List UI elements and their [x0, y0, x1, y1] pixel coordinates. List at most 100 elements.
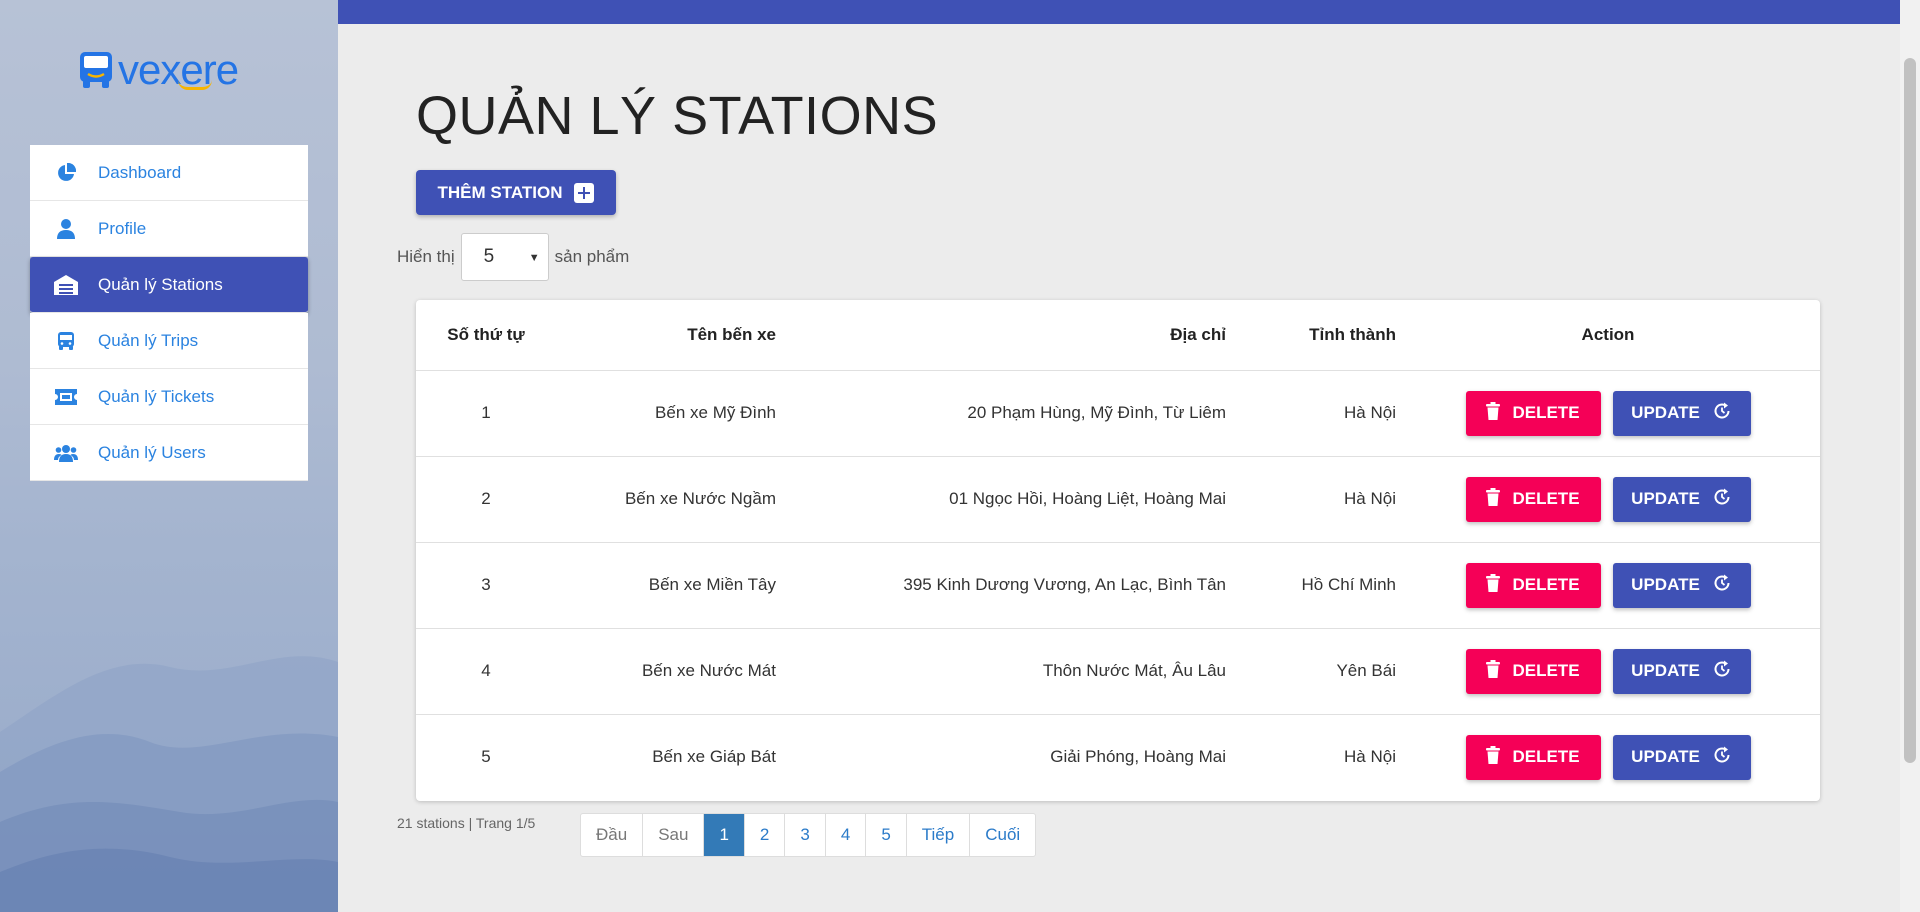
pie-chart-icon: [54, 161, 78, 185]
page-link-7[interactable]: Tiếp: [907, 814, 971, 856]
sidebar-item-label: Quản lý Tickets: [98, 386, 215, 406]
delete-button[interactable]: DELETE: [1465, 734, 1601, 780]
sidebar-menu: Dashboard Profile Quản lý Stations Quản …: [30, 145, 308, 481]
page-link-4[interactable]: 3: [785, 814, 826, 856]
pagination-summary: 21 stations | Trang 1/5: [397, 815, 536, 831]
refresh-icon: [1712, 745, 1732, 770]
sidebar-item-trips[interactable]: Quản lý Trips: [30, 313, 308, 369]
delete-button[interactable]: DELETE: [1465, 648, 1601, 694]
update-label: UPDATE: [1631, 575, 1700, 594]
warehouse-icon: [54, 273, 78, 297]
mountain-background: [0, 656, 338, 912]
sidebar-item-tickets[interactable]: Quản lý Tickets: [30, 369, 308, 425]
table-row: 4 Bến xe Nước Mát Thôn Nước Mát, Âu Lâu Yên…: [416, 628, 1820, 715]
refresh-icon: [1712, 487, 1732, 512]
cell-address: Thôn Nước Mát, Âu Lâu: [776, 628, 1226, 715]
table-row: 5 Bến xe Giáp Bát Giải Phóng, Hoàng Mai Hà …: [416, 714, 1820, 800]
page-link-6[interactable]: 5: [866, 814, 907, 856]
top-app-bar: [338, 0, 1900, 24]
update-label: UPDATE: [1631, 747, 1700, 767]
cell-province: Hà Nội: [1226, 456, 1396, 543]
page-size-select[interactable]: 5 ▼: [460, 233, 549, 281]
sidebar-item-stations[interactable]: Quản lý Stations: [30, 257, 308, 313]
sidebar-item-label: Quản lý Stations: [98, 274, 223, 294]
delete-button[interactable]: DELETE: [1465, 390, 1601, 436]
cell-address: 01 Ngọc Hồi, Hoàng Liệt, Hoàng Mai: [776, 456, 1226, 543]
scrollbar-thumb[interactable]: [1904, 58, 1916, 763]
header-station-name: Tên bến xe: [556, 300, 776, 371]
show-prefix-label: Hiển thị: [397, 247, 455, 266]
cell-address: Giải Phóng, Hoàng Mai: [1050, 747, 1226, 767]
logo-text: vexere: [118, 46, 239, 93]
trash-icon: [1486, 745, 1501, 769]
page-size-value: 5: [483, 246, 495, 267]
update-button[interactable]: UPDATE: [1612, 562, 1751, 608]
row-actions: DELETE UPDATE: [1396, 390, 1820, 436]
header-province: Tỉnh thành: [1226, 300, 1396, 371]
sidebar-item-dashboard[interactable]: Dashboard: [30, 145, 308, 201]
update-button[interactable]: UPDATE: [1612, 390, 1751, 436]
row-actions: DELETE UPDATE: [1396, 562, 1820, 608]
cell-address: 395 Kinh Dương Vương, An Lạc, Bình Tân: [776, 542, 1226, 629]
cell-index: 5: [481, 747, 491, 767]
cell-actions: DELETE UPDATE: [1396, 714, 1820, 800]
row-actions: DELETE UPDATE: [1396, 734, 1820, 780]
vexere-logo[interactable]: vexere: [78, 46, 239, 94]
cell-province: Hồ Chí Minh: [1226, 542, 1396, 629]
cell-index: 1: [416, 370, 556, 457]
user-icon: [54, 217, 78, 241]
cell-index: 2: [416, 456, 556, 543]
sidebar-item-profile[interactable]: Profile: [30, 201, 308, 257]
delete-label: DELETE: [1512, 575, 1580, 594]
cell-province: Hà Nội: [1344, 747, 1396, 767]
cell-actions: DELETE UPDATE: [1396, 456, 1820, 543]
bus-logo-icon: [80, 52, 112, 88]
page-link-8[interactable]: Cuối: [970, 814, 1035, 856]
update-button[interactable]: UPDATE: [1612, 734, 1751, 780]
row-actions: DELETE UPDATE: [1396, 476, 1820, 522]
add-station-button[interactable]: THÊM STATION: [416, 170, 616, 215]
cell-station-name: Bến xe Nước Mát: [556, 628, 776, 715]
delete-button[interactable]: DELETE: [1465, 562, 1601, 608]
stations-table-card: Số thứ tự Tên bến xe Địa chỉ Tỉnh thành …: [416, 300, 1820, 801]
trash-icon: [1486, 401, 1501, 425]
header-address: Địa chỉ: [776, 300, 1226, 371]
trash-icon: [1486, 573, 1501, 597]
trash-icon: [1486, 659, 1501, 683]
cell-address: 20 Phạm Hùng, Mỹ Đình, Từ Liêm: [776, 370, 1226, 457]
delete-label: DELETE: [1512, 489, 1580, 508]
page-link-2[interactable]: 1: [704, 814, 745, 856]
cell-station-name: Bến xe Nước Ngầm: [556, 456, 776, 543]
add-station-label: THÊM STATION: [437, 182, 563, 202]
bus-icon: [54, 329, 78, 353]
sidebar-item-label: Profile: [98, 218, 147, 238]
update-button[interactable]: UPDATE: [1612, 476, 1751, 522]
delete-label: DELETE: [1512, 661, 1580, 680]
page-size-control: Hiển thị 5 ▼ sản phẩm: [397, 233, 629, 281]
page-link-1[interactable]: Sau: [643, 814, 705, 856]
page-link-5[interactable]: 4: [826, 814, 867, 856]
cell-province: Hà Nội: [1226, 370, 1396, 457]
page-link-3[interactable]: 2: [745, 814, 786, 856]
stations-table: Số thứ tự Tên bến xe Địa chỉ Tỉnh thành …: [416, 300, 1820, 800]
page-scrollbar[interactable]: [1900, 0, 1920, 912]
cell-station-name: Bến xe Mỹ Đình: [556, 370, 776, 457]
update-label: UPDATE: [1631, 403, 1700, 422]
users-icon: [54, 441, 78, 465]
sidebar: vexere Dashboard Profile Quản lý Station…: [0, 0, 338, 912]
plus-square-icon: [574, 182, 595, 203]
update-label: UPDATE: [1631, 661, 1700, 680]
page-link-0[interactable]: Đầu: [581, 814, 644, 856]
sidebar-item-label: Quản lý Users: [98, 442, 206, 462]
table-row: 3 Bến xe Miền Tây 395 Kinh Dương Vương, An…: [416, 542, 1820, 629]
header-index: Số thứ tự: [416, 300, 556, 371]
update-button[interactable]: UPDATE: [1612, 648, 1751, 694]
delete-button[interactable]: DELETE: [1465, 476, 1601, 522]
sidebar-item-users[interactable]: Quản lý Users: [30, 425, 308, 481]
refresh-icon: [1712, 659, 1732, 684]
sidebar-item-label: Quản lý Trips: [98, 330, 199, 350]
update-label: UPDATE: [1631, 489, 1700, 508]
refresh-icon: [1712, 573, 1732, 598]
cell-index: 4: [416, 628, 556, 715]
caret-down-icon: ▼: [528, 252, 540, 264]
